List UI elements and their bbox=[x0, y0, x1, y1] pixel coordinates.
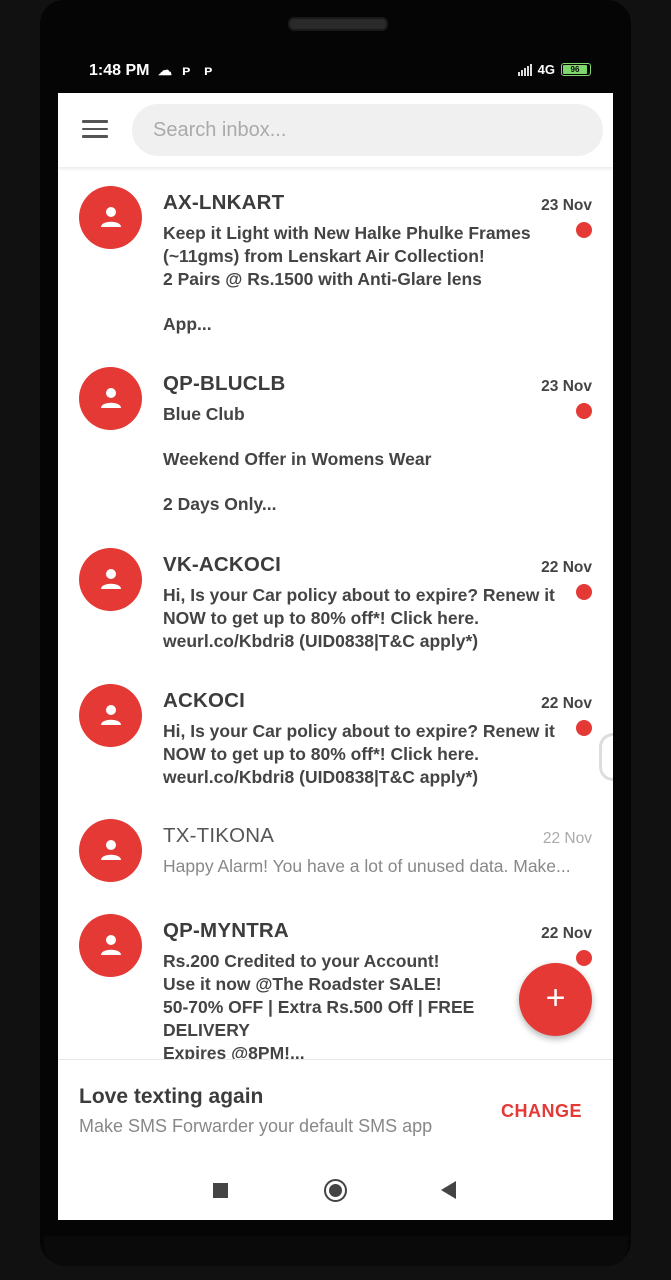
message-date: 23 Nov bbox=[541, 378, 592, 395]
fast-scroll-handle[interactable] bbox=[599, 733, 613, 781]
message-preview: Keep it Light with New Halke Phulke Fram… bbox=[163, 222, 558, 336]
message-date: 22 Nov bbox=[541, 559, 592, 576]
conversation-item[interactable]: ACKOCI 22 Nov Hi, Is your Car policy abo… bbox=[58, 665, 613, 800]
avatar bbox=[79, 367, 142, 430]
message-list[interactable]: AX-LNKART 23 Nov Keep it Light with New … bbox=[58, 167, 613, 1059]
unread-dot bbox=[576, 584, 592, 600]
preview-line: Weekend Offer in Womens Wear bbox=[163, 449, 432, 469]
avatar bbox=[79, 186, 142, 249]
status-right: 4G 96 bbox=[517, 62, 591, 77]
menu-icon[interactable] bbox=[82, 120, 108, 140]
message-date: 22 Nov bbox=[541, 925, 592, 942]
message-preview: Rs.200 Credited to your Account! Use it … bbox=[163, 950, 493, 1059]
unread-dot bbox=[576, 403, 592, 419]
preview-line: Hi, Is your Car policy about to expire? … bbox=[163, 721, 555, 787]
preview-line: Use it now @The Roadster SALE! bbox=[163, 974, 442, 994]
compose-fab-button[interactable]: + bbox=[519, 963, 592, 1036]
avatar bbox=[79, 914, 142, 977]
conversation-item[interactable]: AX-LNKART 23 Nov Keep it Light with New … bbox=[58, 167, 613, 348]
p-icon: ᴘ bbox=[182, 62, 191, 78]
message-preview: Blue Club Weekend Offer in Womens Wear 2… bbox=[163, 403, 558, 516]
sender-name: QP-BLUCLB bbox=[163, 372, 286, 395]
status-bar: 1:48 PM ☁ ᴘ ᴘ 4G 96 bbox=[58, 56, 613, 86]
battery-icon: 96 bbox=[561, 63, 591, 76]
recents-icon[interactable] bbox=[213, 1183, 228, 1198]
banner-subtitle: Make SMS Forwarder your default SMS app bbox=[79, 1116, 433, 1136]
preview-line: 2 Days Only... bbox=[163, 494, 277, 514]
unread-dot bbox=[576, 720, 592, 736]
conversation-item[interactable]: QP-BLUCLB 23 Nov Blue Club Weekend Offer… bbox=[58, 348, 613, 529]
network-type: 4G bbox=[537, 62, 555, 77]
search-input[interactable] bbox=[132, 104, 603, 156]
person-icon bbox=[101, 569, 121, 589]
person-icon bbox=[101, 935, 121, 955]
person-icon bbox=[101, 705, 121, 725]
cloud-icon: ☁ bbox=[158, 62, 172, 78]
message-date: 22 Nov bbox=[542, 830, 592, 847]
preview-line: Keep it Light with New Halke Phulke Fram… bbox=[163, 223, 531, 266]
home-icon[interactable] bbox=[324, 1179, 347, 1202]
sender-name: TX-TIKONA bbox=[163, 824, 275, 847]
preview-line: Happy Alarm! You have a lot of unused da… bbox=[163, 856, 571, 876]
system-nav-bar bbox=[58, 1159, 613, 1220]
default-app-banner: Love texting again Make SMS Forwarder yo… bbox=[58, 1059, 613, 1161]
banner-title: Love texting again bbox=[79, 1085, 264, 1108]
preview-line: Hi, Is your Car policy about to expire? … bbox=[163, 585, 555, 651]
avatar bbox=[79, 819, 142, 882]
preview-line: Rs.200 Credited to your Account! bbox=[163, 951, 440, 971]
preview-line: Expires @8PM!... bbox=[163, 1043, 305, 1059]
plus-icon: + bbox=[545, 979, 566, 1017]
person-icon bbox=[101, 840, 121, 860]
preview-line: 2 Pairs @ Rs.1500 with Anti-Glare lens bbox=[163, 269, 482, 289]
person-icon bbox=[101, 207, 121, 227]
message-preview: Happy Alarm! You have a lot of unused da… bbox=[163, 855, 593, 878]
p-icon: ᴘ bbox=[204, 62, 213, 78]
change-button[interactable]: CHANGE bbox=[501, 1101, 582, 1122]
sender-name: QP-MYNTRA bbox=[163, 919, 289, 942]
conversation-item[interactable]: VK-ACKOCI 22 Nov Hi, Is your Car policy … bbox=[58, 529, 613, 665]
avatar bbox=[79, 684, 142, 747]
conversation-item[interactable]: TX-TIKONA 22 Nov Happy Alarm! You have a… bbox=[58, 800, 613, 895]
signal-icon bbox=[517, 63, 532, 76]
phone-frame-bottom bbox=[44, 1236, 628, 1266]
back-icon[interactable] bbox=[441, 1181, 456, 1199]
message-date: 23 Nov bbox=[541, 197, 592, 214]
status-time: 1:48 PM bbox=[89, 62, 150, 79]
message-preview: Hi, Is your Car policy about to expire? … bbox=[163, 720, 558, 789]
sender-name: VK-ACKOCI bbox=[163, 553, 281, 576]
sender-name: AX-LNKART bbox=[163, 191, 285, 214]
top-bar bbox=[58, 93, 613, 167]
message-date: 22 Nov bbox=[541, 695, 592, 712]
preview-line: Blue Club bbox=[163, 404, 245, 424]
app-screen: AX-LNKART 23 Nov Keep it Light with New … bbox=[58, 93, 613, 1220]
earpiece-speaker bbox=[288, 17, 388, 31]
avatar bbox=[79, 548, 142, 611]
preview-line: App... bbox=[163, 314, 212, 334]
battery-level: 96 bbox=[563, 65, 587, 74]
message-preview: Hi, Is your Car policy about to expire? … bbox=[163, 584, 558, 653]
unread-dot bbox=[576, 222, 592, 238]
preview-line: 50-70% OFF | Extra Rs.500 Off | FREE DEL… bbox=[163, 997, 475, 1040]
sender-name: ACKOCI bbox=[163, 689, 246, 712]
person-icon bbox=[101, 388, 121, 408]
unread-dot bbox=[576, 950, 592, 966]
